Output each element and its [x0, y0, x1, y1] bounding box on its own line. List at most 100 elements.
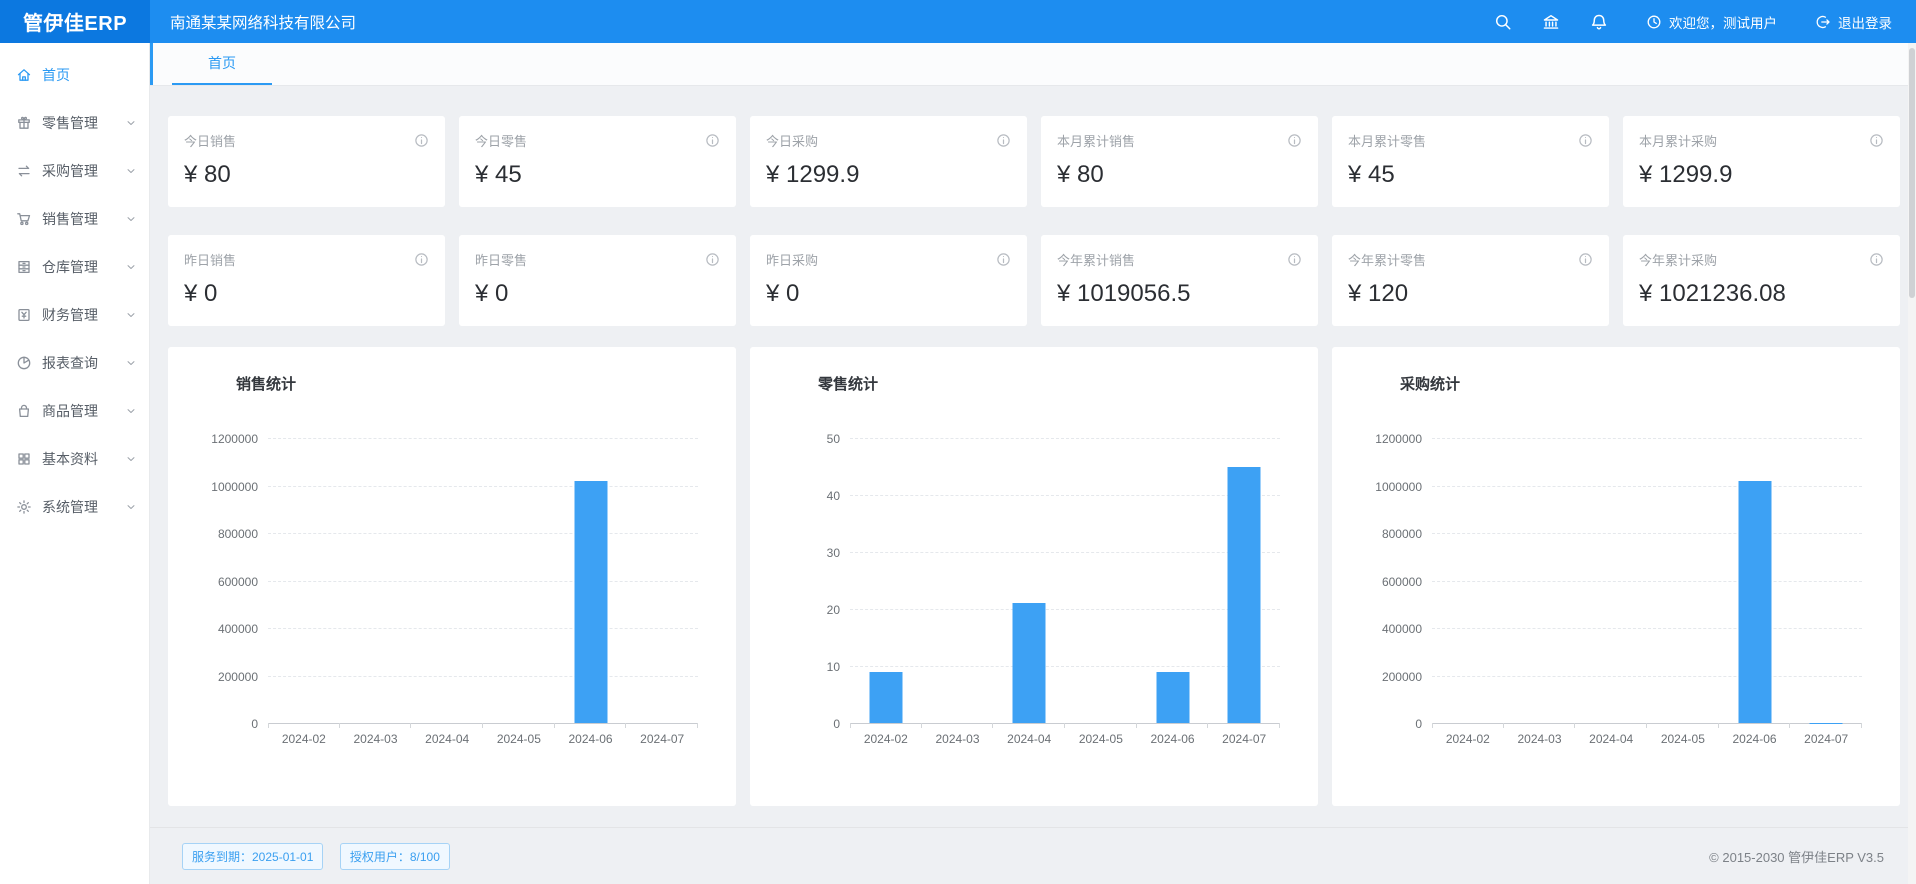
- info-icon[interactable]: [414, 252, 429, 267]
- info-icon[interactable]: [414, 133, 429, 148]
- footer-badges: 服务到期：2025-01-01 授权用户：8/100: [182, 843, 462, 870]
- sidebar-item-basedata[interactable]: 基本资料: [0, 435, 149, 483]
- info-icon[interactable]: [705, 133, 720, 148]
- bar-slot: 2024-03: [922, 438, 994, 723]
- user-menu[interactable]: 欢迎您，测试用户: [1646, 12, 1777, 32]
- sidebar-item-purchase[interactable]: 采购管理: [0, 147, 149, 195]
- bar: [869, 672, 902, 723]
- grid-icon: [16, 451, 32, 467]
- chevron-down-icon: [125, 453, 137, 465]
- stat-card-label: 本月累计采购: [1639, 131, 1717, 150]
- notification-bell-icon[interactable]: [1590, 13, 1608, 31]
- info-icon[interactable]: [1287, 252, 1302, 267]
- bar-slot: 2024-05: [1065, 438, 1137, 723]
- stat-cards-grid: 今日销售 ¥ 80 今日零售 ¥ 45 今日采购 ¥ 1299.9 本月累计销售…: [168, 116, 1900, 326]
- stat-card: 昨日采购 ¥ 0: [750, 235, 1027, 326]
- stat-card-value: ¥ 120: [1348, 280, 1593, 308]
- chart-plot: 504030201002024-022024-032024-042024-052…: [850, 438, 1280, 723]
- charts-row: 销售统计 12000001000000800000600000400000200…: [168, 347, 1900, 806]
- stat-card: 本月累计零售 ¥ 45: [1332, 116, 1609, 207]
- home-icon: [16, 67, 32, 83]
- bar-slot: 2024-06: [555, 438, 627, 723]
- bar-slot: 2024-03: [340, 438, 412, 723]
- sidebar-item-system[interactable]: 系统管理: [0, 483, 149, 531]
- info-icon[interactable]: [705, 252, 720, 267]
- info-icon[interactable]: [1869, 252, 1884, 267]
- cabinet-icon: [16, 259, 32, 275]
- footer: 服务到期：2025-01-01 授权用户：8/100 © 2015-2030 管…: [150, 827, 1916, 870]
- stat-card-label: 今年累计销售: [1057, 250, 1135, 269]
- bar-slot: 2024-03: [1504, 438, 1576, 723]
- bar: [1228, 467, 1261, 724]
- sidebar-item-label: 首页: [42, 65, 70, 85]
- sidebar-item-label: 商品管理: [42, 401, 98, 421]
- institution-icon[interactable]: [1542, 13, 1560, 31]
- scrollbar: [1908, 43, 1916, 884]
- bar-slot: 2024-05: [483, 438, 555, 723]
- stat-card-label: 本月累计销售: [1057, 131, 1135, 150]
- bar-slot: 2024-04: [411, 438, 483, 723]
- logout-button[interactable]: 退出登录: [1815, 12, 1892, 32]
- tab-accent-bar: [150, 43, 153, 85]
- stat-card-label: 昨日零售: [475, 250, 527, 269]
- swap-icon: [16, 163, 32, 179]
- chevron-down-icon: [125, 405, 137, 417]
- stat-card-label: 今年累计零售: [1348, 250, 1426, 269]
- chevron-down-icon: [125, 213, 137, 225]
- bar-slot: 2024-04: [1575, 438, 1647, 723]
- stat-card-value: ¥ 1019056.5: [1057, 280, 1302, 308]
- bar-slot: 2024-06: [1719, 438, 1791, 723]
- bar: [1013, 603, 1046, 723]
- info-icon[interactable]: [1578, 133, 1593, 148]
- logout-label: 退出登录: [1838, 12, 1892, 32]
- stat-card-value: ¥ 1299.9: [766, 161, 1011, 189]
- bar: [574, 481, 607, 723]
- app-logo[interactable]: 管伊佳ERP: [0, 0, 150, 43]
- stat-card: 今年累计销售 ¥ 1019056.5: [1041, 235, 1318, 326]
- stat-card-value: ¥ 45: [475, 161, 720, 189]
- chart-panel: 采购统计 12000001000000800000600000400000200…: [1332, 347, 1900, 806]
- info-icon[interactable]: [1869, 133, 1884, 148]
- tabbar: 首页: [150, 43, 1916, 86]
- cart-icon: [16, 211, 32, 227]
- stat-card-label: 今年累计采购: [1639, 250, 1717, 269]
- sidebar-item-finance[interactable]: 财务管理: [0, 291, 149, 339]
- info-icon[interactable]: [1287, 133, 1302, 148]
- sidebar-item-report[interactable]: 报表查询: [0, 339, 149, 387]
- chevron-down-icon: [125, 261, 137, 273]
- info-icon[interactable]: [1578, 252, 1593, 267]
- search-icon[interactable]: [1494, 13, 1512, 31]
- scrollbar-thumb[interactable]: [1909, 48, 1915, 298]
- sidebar-item-warehouse[interactable]: 仓库管理: [0, 243, 149, 291]
- info-icon[interactable]: [996, 252, 1011, 267]
- bar-slot: 2024-02: [268, 438, 340, 723]
- bar-slot: 2024-07: [1208, 438, 1280, 723]
- sidebar-item-label: 销售管理: [42, 209, 98, 229]
- stat-card: 昨日销售 ¥ 0: [168, 235, 445, 326]
- chart-title: 采购统计: [1400, 373, 1900, 394]
- sidebar-item-sales[interactable]: 销售管理: [0, 195, 149, 243]
- chevron-down-icon: [125, 165, 137, 177]
- tab-home[interactable]: 首页: [172, 43, 272, 85]
- stat-card-label: 本月累计零售: [1348, 131, 1426, 150]
- sidebar-item-goods[interactable]: 商品管理: [0, 387, 149, 435]
- stat-card-label: 昨日采购: [766, 250, 818, 269]
- app: 管伊佳ERP 南通某某网络科技有限公司 欢迎您，测试用户 退出登录 首页 零售管…: [0, 0, 1916, 884]
- stat-card: 昨日零售 ¥ 0: [459, 235, 736, 326]
- bar-slot: 2024-07: [626, 438, 698, 723]
- sidebar-item-retail[interactable]: 零售管理: [0, 99, 149, 147]
- copyright: © 2015-2030 管伊佳ERP V3.5: [1709, 847, 1884, 866]
- stat-card: 本月累计采购 ¥ 1299.9: [1623, 116, 1900, 207]
- info-icon[interactable]: [996, 133, 1011, 148]
- bar-slot: 2024-02: [1432, 438, 1504, 723]
- bar-slot: 2024-06: [1137, 438, 1209, 723]
- bar-slot: 2024-07: [1790, 438, 1862, 723]
- stat-card: 今年累计零售 ¥ 120: [1332, 235, 1609, 326]
- licensed-users-badge: 授权用户：8/100: [340, 843, 450, 870]
- pie-chart-icon: [16, 355, 32, 371]
- chevron-down-icon: [125, 357, 137, 369]
- stat-card-value: ¥ 1299.9: [1639, 161, 1884, 189]
- dashboard: 今日销售 ¥ 80 今日零售 ¥ 45 今日采购 ¥ 1299.9 本月累计销售…: [150, 86, 1916, 884]
- sidebar-item-home[interactable]: 首页: [0, 51, 149, 99]
- sidebar-item-label: 采购管理: [42, 161, 98, 181]
